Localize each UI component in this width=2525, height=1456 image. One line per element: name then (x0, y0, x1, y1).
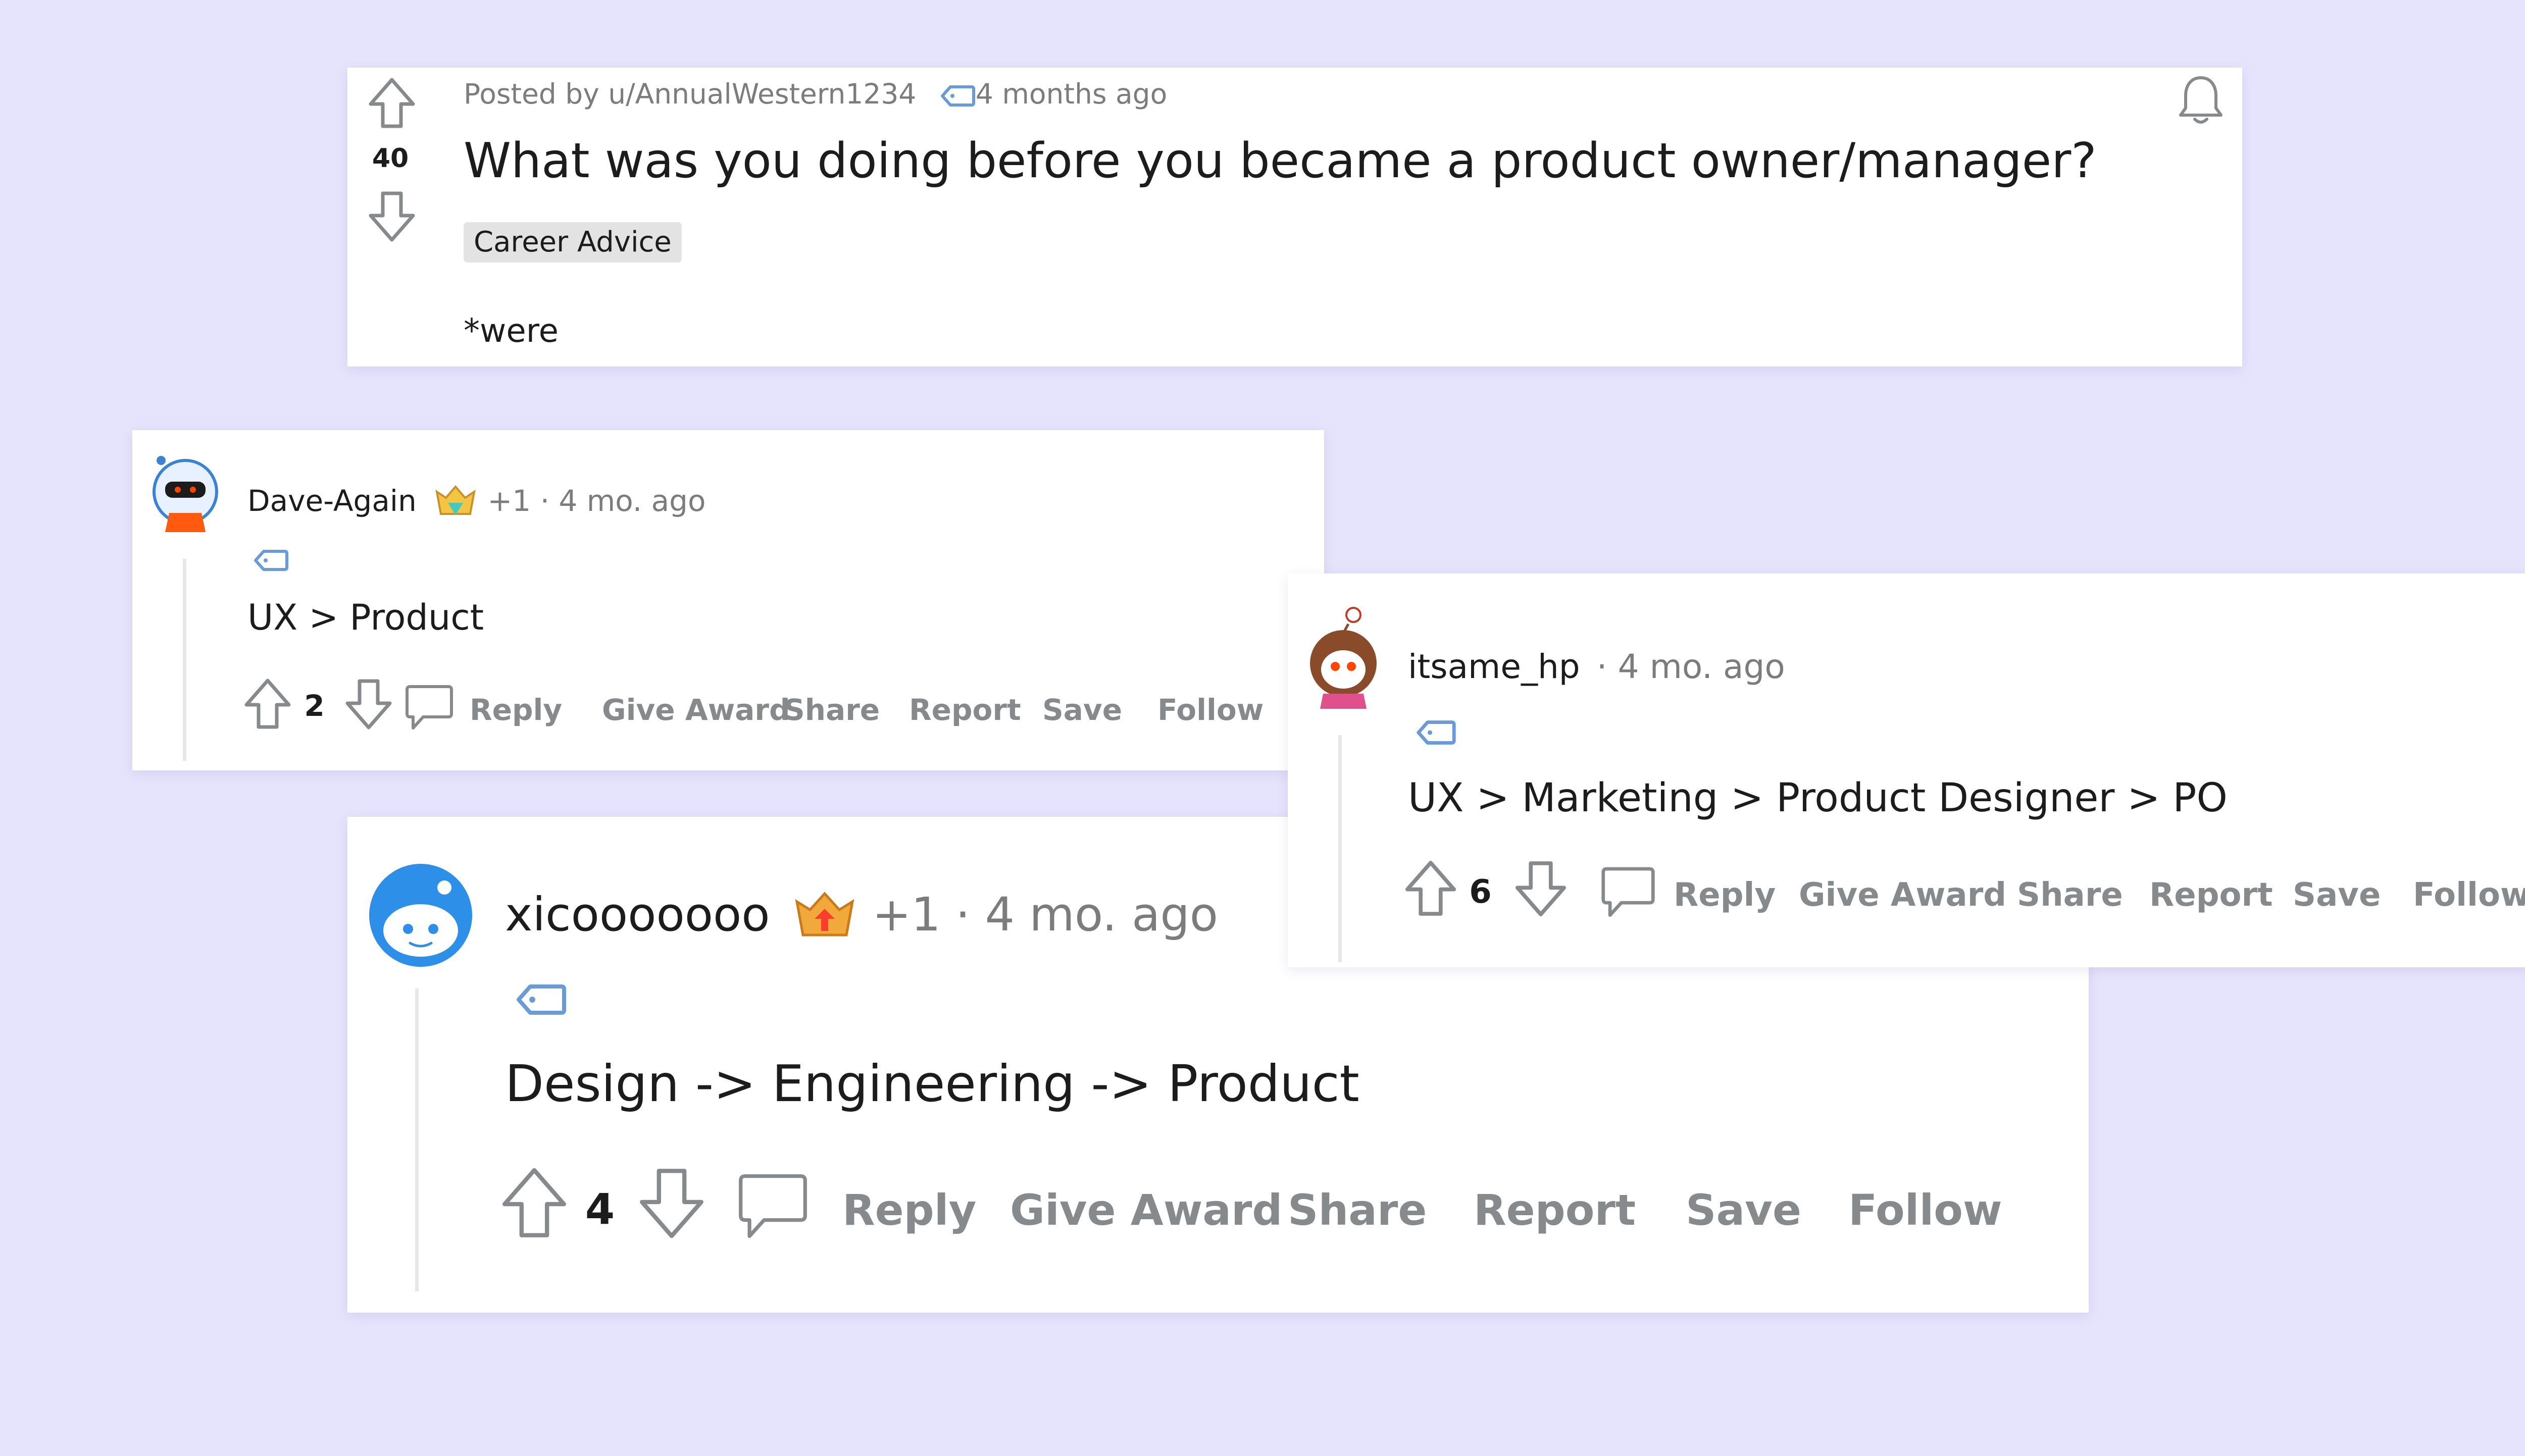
give-award-button[interactable]: Give Award (1010, 1185, 1283, 1235)
comment-header: Dave-Again +1 · 4 mo. ago (247, 483, 706, 523)
comment-card: Dave-Again +1 · 4 mo. ago UX > Product 2… (132, 430, 1324, 770)
thread-line[interactable] (183, 559, 186, 761)
post-body: *were (464, 313, 559, 350)
comment-text: UX > Marketing > Product Designer > PO (1408, 775, 2228, 821)
post-meta: Posted by u/AnnualWestern1234 4 months a… (464, 78, 1167, 110)
award-icon (792, 889, 857, 947)
save-button[interactable]: Save (2293, 876, 2381, 914)
upvote-icon[interactable] (367, 77, 417, 130)
comment-award-count: +1 (872, 888, 941, 942)
post-time: 4 months ago (975, 78, 1168, 110)
thread-line[interactable] (1338, 735, 1342, 962)
tag-icon (1416, 720, 1456, 745)
tag-icon (516, 983, 567, 1016)
comment-icon[interactable] (1600, 864, 1656, 921)
downvote-icon[interactable] (1513, 859, 1569, 918)
report-button[interactable]: Report (909, 693, 1021, 727)
comment-header: xicooooooo +1 · 4 mo. ago (505, 888, 1218, 947)
save-button[interactable]: Save (1042, 693, 1122, 727)
follow-button[interactable]: Follow (1157, 693, 1264, 727)
bell-icon[interactable] (2176, 73, 2226, 128)
comment-vote-count: 6 (1469, 873, 1492, 911)
report-button[interactable]: Report (1474, 1185, 1636, 1235)
report-button[interactable]: Report (2149, 876, 2273, 914)
comment-card: itsame_hp · 4 mo. ago UX > Marketing > P… (1288, 574, 2525, 967)
flair-badge[interactable]: Career Advice (464, 222, 682, 263)
posted-by-link[interactable]: Posted by u/AnnualWestern1234 (464, 78, 916, 110)
reply-button[interactable]: Reply (1674, 876, 1776, 914)
comment-vote-count: 4 (585, 1184, 615, 1234)
award-icon (433, 483, 478, 523)
comment-author[interactable]: Dave-Again (247, 484, 417, 518)
comment-text: UX > Product (247, 597, 484, 638)
comment-icon[interactable] (404, 683, 454, 733)
comment-award-count: +1 (487, 484, 531, 518)
follow-button[interactable]: Follow (2413, 876, 2525, 914)
reply-button[interactable]: Reply (470, 693, 562, 727)
reply-button[interactable]: Reply (842, 1185, 976, 1235)
downvote-icon[interactable] (636, 1165, 707, 1241)
avatar[interactable] (150, 442, 226, 533)
post-card: 40 Posted by u/AnnualWestern1234 4 month… (347, 68, 2242, 367)
upvote-icon[interactable] (1403, 859, 1458, 918)
post-title[interactable]: What was you doing before you became a p… (464, 133, 2097, 189)
comment-author[interactable]: xicooooooo (505, 888, 770, 942)
give-award-button[interactable]: Give Award (602, 693, 790, 727)
avatar[interactable] (1303, 604, 1384, 710)
comment-icon[interactable] (736, 1170, 810, 1243)
share-button[interactable]: Share (784, 693, 880, 727)
comment-time: · 4 mo. ago (540, 484, 706, 518)
downvote-icon[interactable] (367, 190, 417, 243)
thread-line[interactable] (415, 989, 419, 1291)
upvote-icon[interactable] (499, 1165, 570, 1241)
downvote-icon[interactable] (343, 678, 394, 731)
comment-header: itsame_hp · 4 mo. ago (1408, 647, 1785, 686)
tag-icon (254, 549, 289, 571)
give-award-button[interactable]: Give Award (1799, 876, 2006, 914)
tag-icon (940, 85, 976, 107)
avatar[interactable] (368, 862, 474, 968)
share-button[interactable]: Share (2017, 876, 2123, 914)
comment-actions: 2 Reply Give Award Share Report Save Fol… (242, 678, 1318, 738)
comment-actions: 6 Reply Give Award Share Report Save Fol… (1403, 859, 2525, 925)
comment-time: · 4 mo. ago (1596, 647, 1785, 686)
comment-actions: 4 Reply Give Award Share Report Save Fol… (499, 1165, 2075, 1251)
upvote-icon[interactable] (242, 678, 293, 731)
comment-text: Design -> Engineering -> Product (505, 1054, 1359, 1113)
comment-vote-count: 2 (304, 689, 325, 723)
follow-button[interactable]: Follow (1848, 1185, 2002, 1235)
comment-time: · 4 mo. ago (955, 888, 1219, 942)
save-button[interactable]: Save (1686, 1185, 1801, 1235)
share-button[interactable]: Share (1288, 1185, 1427, 1235)
comment-author[interactable]: itsame_hp (1408, 647, 1580, 686)
post-vote-count: 40 (372, 143, 409, 174)
